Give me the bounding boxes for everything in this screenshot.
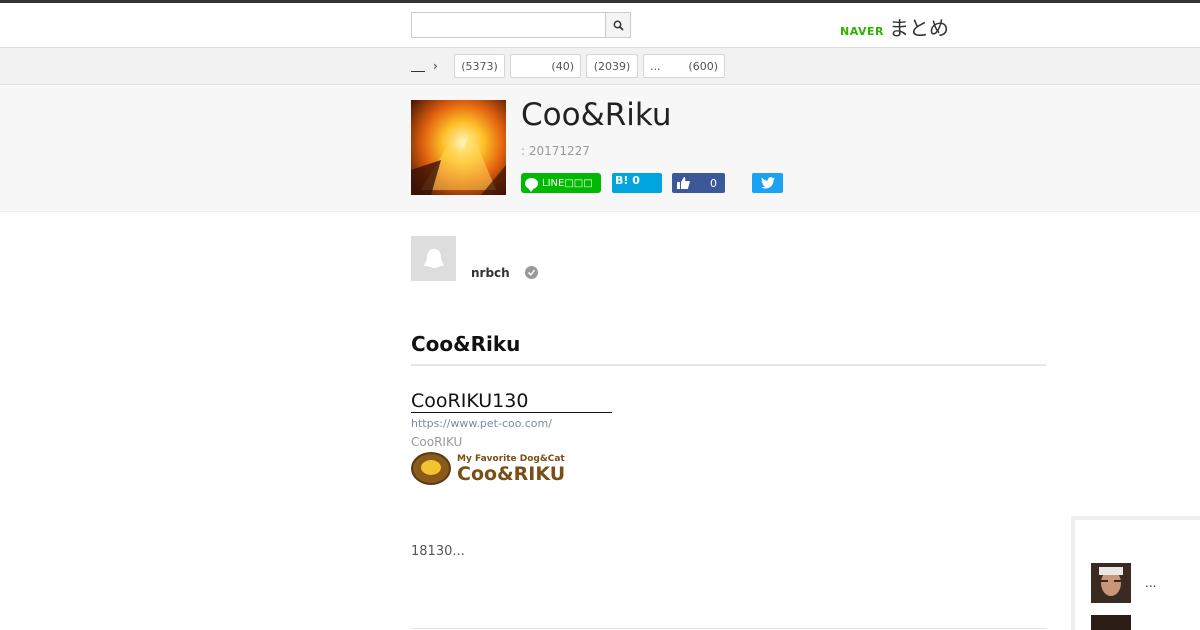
default-avatar-icon bbox=[423, 248, 444, 268]
category-chip-count: (2039) bbox=[593, 59, 631, 73]
search-input[interactable] bbox=[412, 13, 605, 37]
page-title: Coo&Riku bbox=[521, 97, 672, 133]
category-chip-count: (600) bbox=[688, 59, 718, 73]
search-icon bbox=[613, 20, 624, 31]
related-panel: ... bbox=[1071, 516, 1200, 630]
category-chip[interactable]: (2039) bbox=[586, 54, 638, 78]
logo-matome-text: まとめ bbox=[888, 16, 949, 40]
related-item-thumbnail bbox=[1091, 615, 1131, 630]
body-text: 18130... bbox=[411, 544, 465, 559]
article-header: Coo&Riku : 20171227 LINE□□□ B! 0 0 bbox=[0, 85, 1200, 212]
category-chip-label: ... bbox=[650, 59, 661, 73]
thumbs-up-icon bbox=[677, 177, 690, 189]
link-card-url[interactable]: https://www.pet-coo.com/ bbox=[411, 417, 552, 430]
author-name[interactable]: nrbch bbox=[471, 266, 510, 280]
category-chip[interactable]: (5373) bbox=[454, 54, 505, 78]
related-item-thumbnail bbox=[1091, 563, 1131, 603]
article-date: : 20171227 bbox=[521, 144, 590, 158]
search-box bbox=[411, 12, 631, 38]
twitter-icon bbox=[760, 177, 775, 189]
category-chip-count: (5373) bbox=[461, 59, 498, 73]
category-chip[interactable]: (40) bbox=[510, 54, 581, 78]
brand-logo-image[interactable]: My Favorite Dog&Cat Coo&RIKU bbox=[411, 452, 565, 485]
chevron-right-icon: › bbox=[433, 59, 438, 73]
link-card-site: CooRIKU bbox=[411, 435, 463, 449]
facebook-like-button[interactable]: 0 bbox=[672, 173, 725, 193]
line-share-button[interactable]: LINE□□□ bbox=[521, 173, 601, 193]
naver-matome-logo[interactable]: NAVER まとめ bbox=[840, 12, 949, 41]
article-thumbnail bbox=[411, 100, 506, 195]
line-icon bbox=[525, 177, 538, 192]
twitter-share-button[interactable] bbox=[752, 173, 783, 193]
brand-logo-text: My Favorite Dog&Cat Coo&RIKU bbox=[457, 454, 565, 484]
section-heading: Coo&Riku bbox=[411, 332, 1046, 366]
link-card-title[interactable]: CooRIKU130 bbox=[411, 390, 613, 413]
divider bbox=[411, 628, 1046, 629]
category-chip[interactable]: ... (600) bbox=[643, 54, 725, 78]
avatar[interactable] bbox=[411, 236, 456, 281]
facebook-like-count: 0 bbox=[710, 176, 717, 190]
related-item-text: ... bbox=[1145, 576, 1157, 590]
logo-naver-text: NAVER bbox=[840, 25, 884, 38]
hatena-bookmark-label: B! 0 bbox=[615, 174, 640, 187]
brand-emblem-icon bbox=[411, 452, 451, 485]
related-item[interactable]: ... bbox=[1091, 563, 1200, 603]
brand-name: Coo&RIKU bbox=[457, 462, 566, 485]
top-bar: NAVER まとめ bbox=[0, 0, 1200, 48]
related-item[interactable] bbox=[1091, 615, 1200, 630]
line-share-label: LINE□□□ bbox=[542, 177, 593, 189]
brand-tagline: My Favorite Dog&Cat bbox=[457, 453, 565, 464]
search-button[interactable] bbox=[605, 13, 630, 37]
author-info: nrbch bbox=[411, 236, 538, 281]
category-chip-count: (40) bbox=[551, 59, 574, 73]
verified-check-icon bbox=[524, 266, 538, 279]
hatena-bookmark-button[interactable]: B! 0 bbox=[612, 173, 662, 193]
category-home-link[interactable]: › bbox=[411, 59, 438, 73]
category-bar: › (5373) (40) (2039) ... (600) bbox=[0, 48, 1200, 85]
home-underline-icon bbox=[411, 60, 425, 72]
